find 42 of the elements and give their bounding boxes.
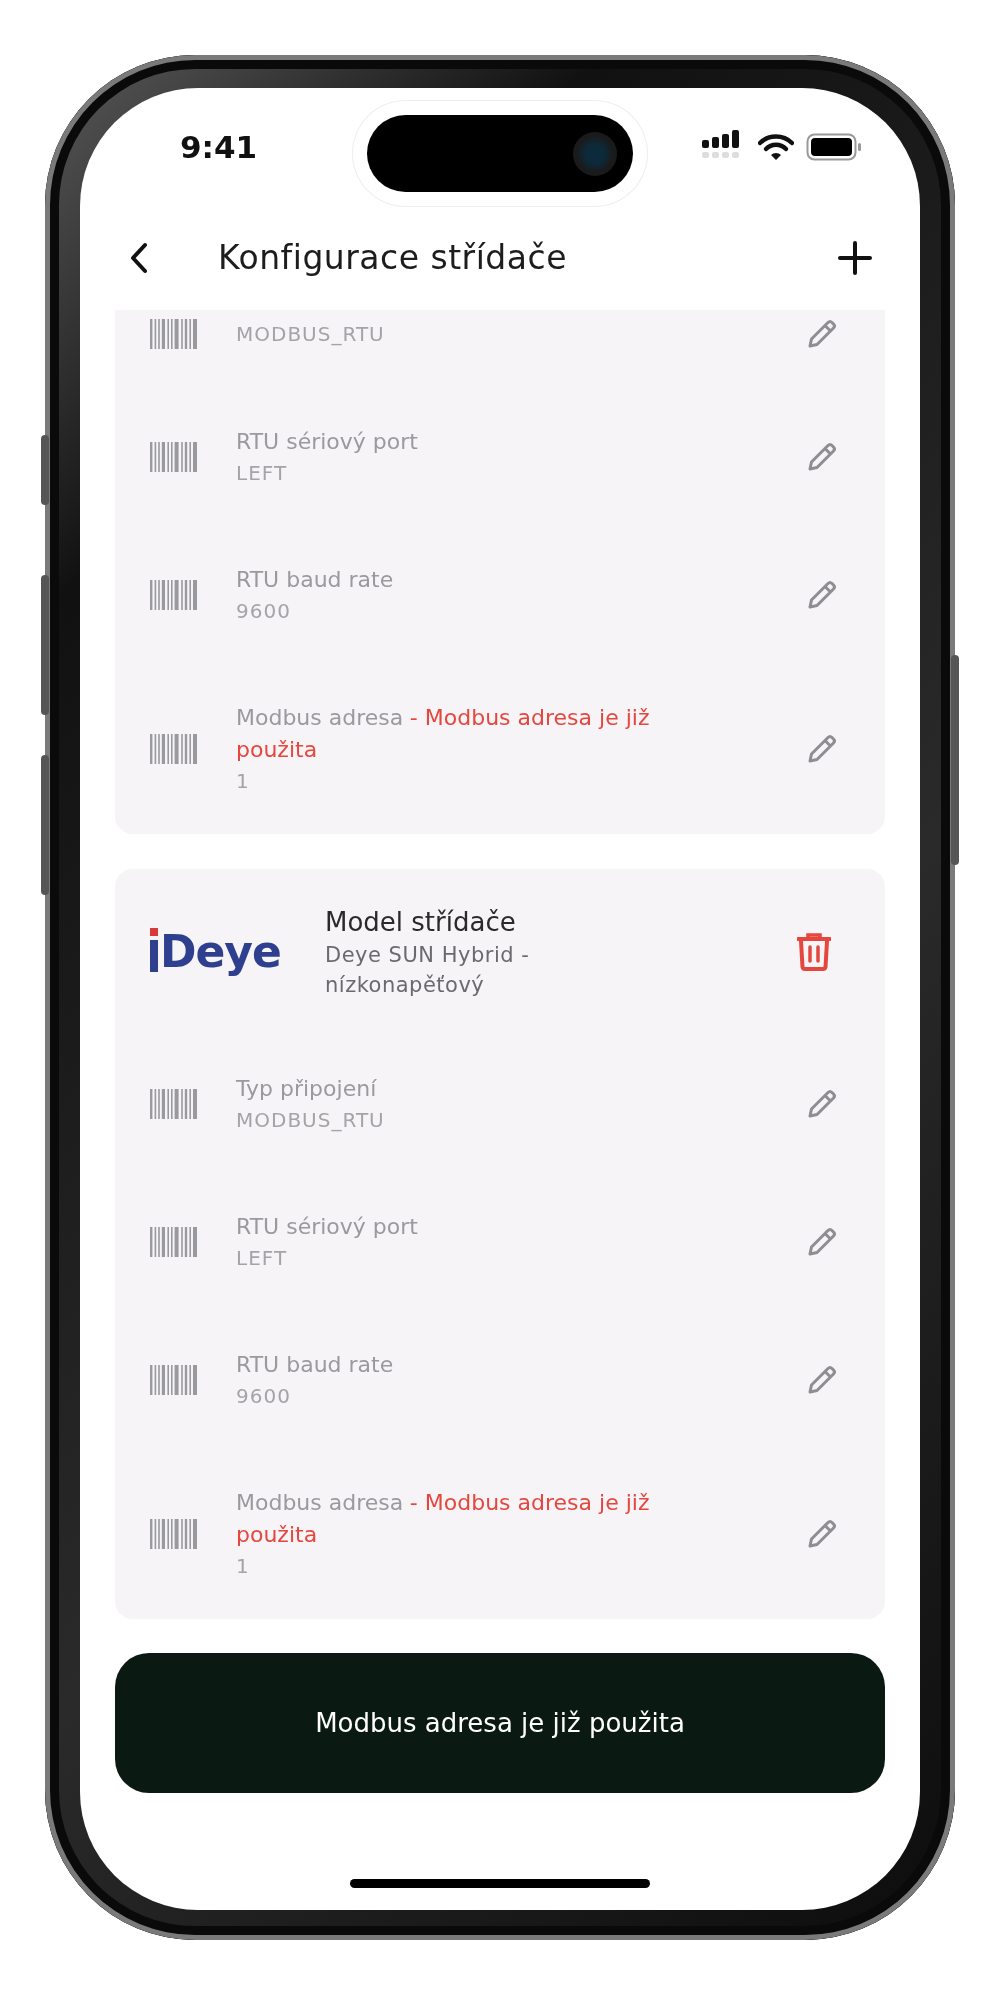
edit-icon[interactable] [806,579,838,611]
field-value: LEFT [236,1245,289,1272]
edit-icon[interactable] [806,1088,838,1120]
edit-icon[interactable] [806,318,838,350]
page-title: Konfigurace střídače [218,238,568,277]
model-name: Deye SUN Hybrid - nízkonapěťový [325,942,531,999]
field-value: MODBUS_RTU [236,321,386,348]
edit-icon[interactable] [806,1518,838,1550]
status-time: 9:41 [180,128,258,165]
barcode-icon [150,1365,198,1395]
field-value: 9600 [236,598,292,625]
field-value: LEFT [236,460,289,487]
model-title: Model střídače [325,906,517,939]
field-value: 9600 [236,1383,292,1410]
field-label: RTU baud rate [236,566,395,594]
field-label: Modbus adresa - Modbus adresa je již použita [236,704,651,764]
trash-icon[interactable] [797,933,831,971]
field-label: RTU baud rate [236,1351,395,1379]
wifi-icon [758,132,794,161]
barcode-icon [150,319,198,349]
add-icon[interactable] [838,240,872,275]
field-label: RTU sériový port [236,1213,419,1241]
barcode-icon [150,1089,198,1119]
back-icon[interactable] [128,240,150,275]
brand-logo: Deye [150,930,285,974]
action-button[interactable]: Modbus adresa je již použita [115,1653,885,1793]
edit-icon[interactable] [806,1226,838,1258]
edit-icon[interactable] [806,733,838,765]
field-value: 1 [236,768,251,795]
battery-icon [806,132,862,161]
barcode-icon [150,580,198,610]
barcode-icon [150,734,198,764]
field-value: MODBUS_RTU [236,1107,386,1134]
edit-icon[interactable] [806,1364,838,1396]
barcode-icon [150,442,198,472]
field-label: Typ připojení [236,1075,378,1103]
field-label: Modbus adresa - Modbus adresa je již použita [236,1489,651,1549]
field-label: RTU sériový port [236,428,419,456]
barcode-icon [150,1227,198,1257]
edit-icon[interactable] [806,441,838,473]
field-value: 1 [236,1553,251,1580]
barcode-icon [150,1519,198,1549]
